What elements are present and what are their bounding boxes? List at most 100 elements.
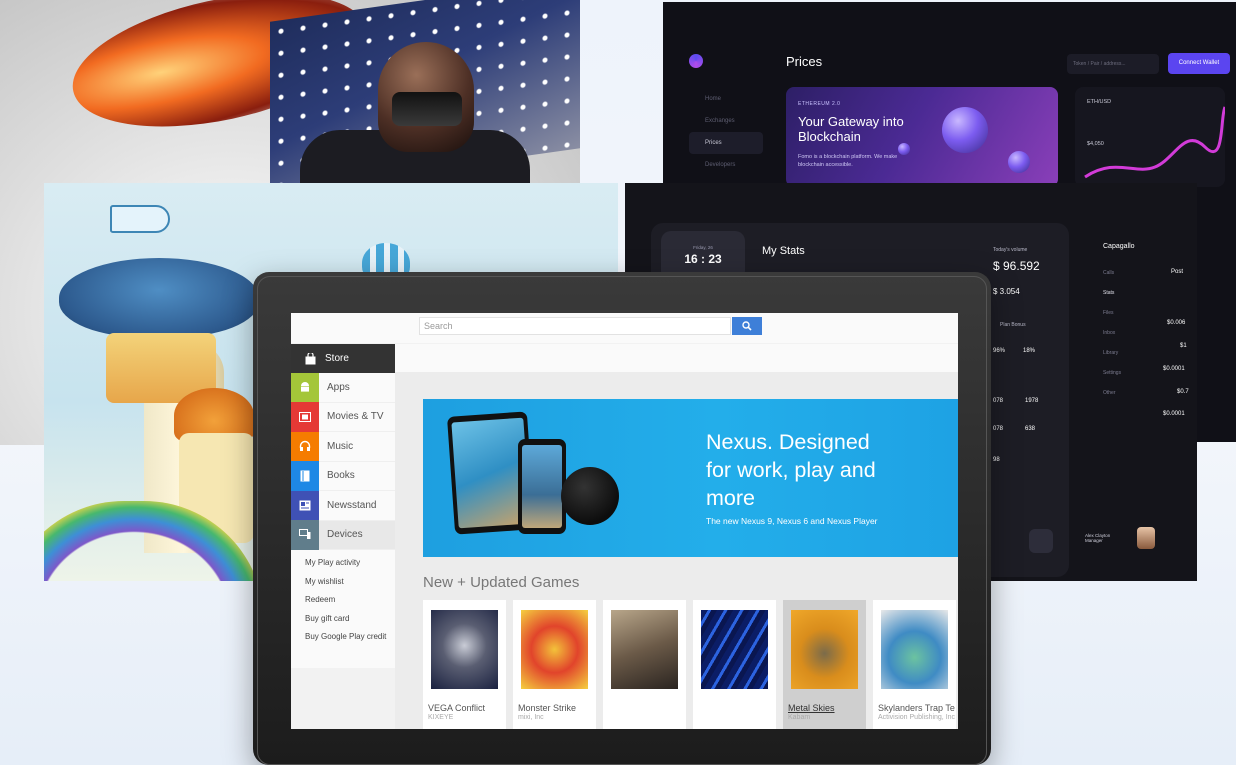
section-title: New + Updated Games [423,574,580,591]
redeem-link[interactable]: Redeem [305,595,395,614]
game-card[interactable] [693,600,776,729]
search-button[interactable] [732,317,762,335]
chat-icon [1029,529,1053,553]
clock-time: 16 : 23 [684,252,722,266]
search-input[interactable]: Search [419,317,731,335]
my-wishlist-link[interactable]: My wishlist [305,577,395,596]
crypto-logo-icon [689,54,703,68]
crypto-page-title: Prices [786,54,823,69]
castle-roof-art [59,258,259,338]
user-role: Manager [1085,538,1103,543]
category-label: Newsstand [327,499,377,511]
right-column-value: $0.006 [1167,320,1186,326]
crypto-nav-item: Prices [689,132,763,154]
category-apps[interactable]: Apps [291,372,395,403]
game-card[interactable] [603,600,686,729]
crypto-hero-card: ETHEREUM 2.0 Your Gateway into Blockchai… [786,87,1058,187]
stat-percent: 96% [993,348,1006,354]
sphere-art [942,107,988,153]
plan-bonus-label: Plan Bonus [1000,322,1026,328]
stats-sidebar-item: Settings [1103,370,1122,376]
banner-title: Nexus. Designed for work, play and more [706,430,876,510]
stat-number: 078 [993,398,1004,404]
game-developer: mixi, Inc [518,714,544,721]
play-store-screen: Search Store Apps Movies & TV Music Book… [291,313,958,729]
promo-banner[interactable]: Nexus. Designed for work, play and more … [423,399,958,557]
stats-title: My Stats [762,245,805,257]
right-column-value: $0.7 [1177,389,1189,395]
game-developer: KIXEYE [428,714,454,721]
sphere-art [898,143,910,155]
stats-brand: Capagallo [1103,243,1135,250]
store-header[interactable]: Store [291,344,395,373]
game-developer: Activision Publishing, Inc [878,714,956,721]
category-newsstand[interactable]: Newsstand [291,490,395,521]
castle-flag-art [110,205,170,233]
buy-credit-link[interactable]: Buy Google Play credit [305,632,395,651]
category-label: Music [327,440,354,452]
sphere-art [1008,151,1030,173]
crypto-nav-item: Developers [705,162,736,168]
right-column-value: $0.0001 [1163,411,1185,417]
stats-sidebar-item: Stats [1103,290,1115,296]
avatar [1137,527,1155,549]
hero-subtext: Fomo is a blockchain platform. We make b… [798,154,898,168]
clock-date: Friday, 26 [693,245,713,250]
search-icon [742,321,752,331]
game-card[interactable]: Skylanders Trap Te Activision Publishing… [873,600,956,729]
crypto-price-chart: ETH/USD $4,050 [1075,87,1225,187]
game-developer: Kabam [788,714,811,721]
header-strip [395,344,958,372]
game-card[interactable]: Monster Strike mixi, Inc [513,600,596,729]
nexus-6-phone-art [518,439,566,534]
store-sidebar: Store Apps Movies & TV Music Books Newss… [291,344,395,729]
banner-subtitle: The new Nexus 9, Nexus 6 and Nexus Playe… [706,516,878,526]
stats-sidebar-item: Inbox [1103,330,1116,336]
connect-wallet-button: Connect Wallet [1168,53,1230,74]
game-title: Monster Strike [518,703,577,713]
game-thumbnail [431,610,498,689]
crypto-nav-item: Exchanges [705,118,735,124]
game-thumbnail [881,610,948,689]
right-column-value: Post [1171,269,1184,275]
game-thumbnail [791,610,858,689]
volume-label: Today's volume [993,247,1028,253]
newspaper-icon [291,490,319,520]
hero-headline: Your Gateway into Blockchain [798,114,904,144]
game-card[interactable]: Metal Skies Kabam [783,600,866,729]
crypto-nav-item: Home [705,96,722,102]
headphones-icon [291,431,319,461]
my-play-activity-link[interactable]: My Play activity [305,558,395,577]
account-links: My Play activity My wishlist Redeem Buy … [291,550,395,668]
store-main: Nexus. Designed for work, play and more … [395,344,958,729]
category-label: Books [327,470,355,482]
android-icon [291,372,319,402]
game-thumbnail [611,610,678,689]
book-icon [291,461,319,491]
nexus-player-art [561,467,619,525]
games-row: VEGA Conflict KIXEYE Monster Strike mixi… [423,600,958,729]
crypto-search-input: Token / Pair / address... [1067,54,1159,74]
film-icon [291,402,319,432]
price-line-chart [1084,106,1225,179]
game-title: Metal Skies [788,703,835,713]
top-bar: Search [291,313,958,343]
category-label: Devices [327,529,363,541]
crypto-nav: Home Exchanges Prices Developers Wallets [689,88,763,198]
user-info: Alex Clayton Manager [1085,533,1110,543]
category-books[interactable]: Books [291,461,395,491]
game-thumbnail [521,610,588,689]
stat-number: 1978 [1025,398,1039,404]
buy-gift-card-link[interactable]: Buy gift card [305,614,395,633]
category-movies[interactable]: Movies & TV [291,402,395,432]
category-devices[interactable]: Devices [291,520,395,550]
game-title: VEGA Conflict [428,703,486,713]
soldier-visor-art [392,92,462,126]
store-label: Store [325,353,349,364]
right-column-value: $1 [1180,343,1187,349]
game-title: Skylanders Trap Te [878,703,955,713]
category-music[interactable]: Music [291,431,395,462]
game-card[interactable]: VEGA Conflict KIXEYE [423,600,506,729]
stat-number: 98 [993,457,1000,463]
category-label: Apps [327,381,350,393]
